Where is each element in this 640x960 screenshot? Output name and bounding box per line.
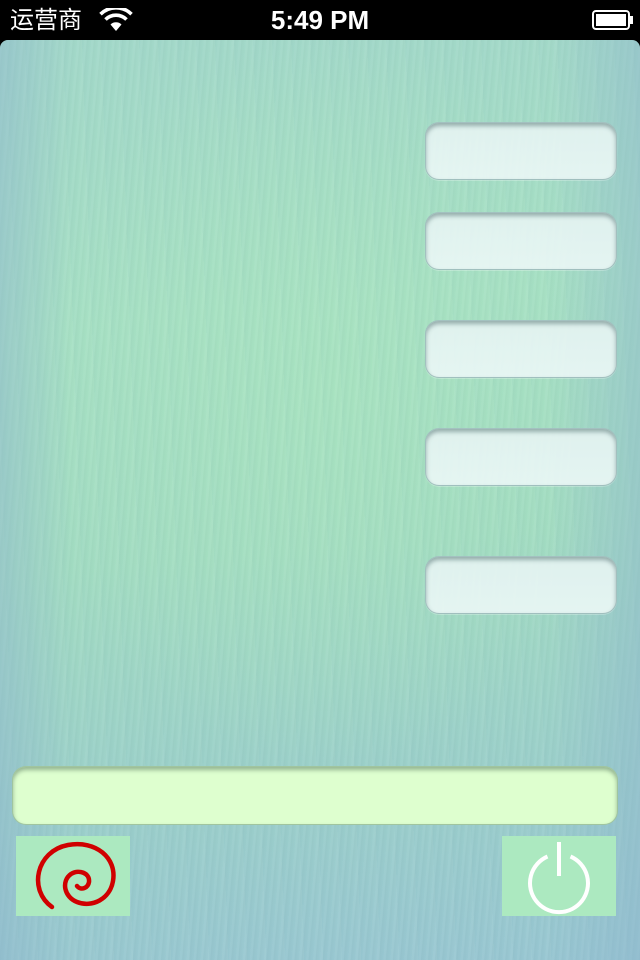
app-screen: 运营商 5:49 PM	[0, 0, 640, 960]
status-time: 5:49 PM	[270, 5, 370, 35]
swirl-logo-icon	[35, 841, 116, 910]
power-icon	[528, 842, 590, 915]
message-field[interactable]	[12, 766, 618, 825]
input-field-3[interactable]	[425, 320, 617, 378]
battery-icon	[592, 10, 634, 30]
power-button[interactable]	[502, 836, 616, 916]
swirl-logo-button[interactable]	[16, 836, 130, 916]
battery-level-fill	[596, 14, 626, 26]
input-field-5[interactable]	[425, 556, 617, 614]
status-bar: 运营商 5:49 PM	[0, 0, 640, 40]
input-field-2[interactable]	[425, 212, 617, 270]
input-field-1[interactable]	[425, 122, 617, 180]
input-field-4[interactable]	[425, 428, 617, 486]
